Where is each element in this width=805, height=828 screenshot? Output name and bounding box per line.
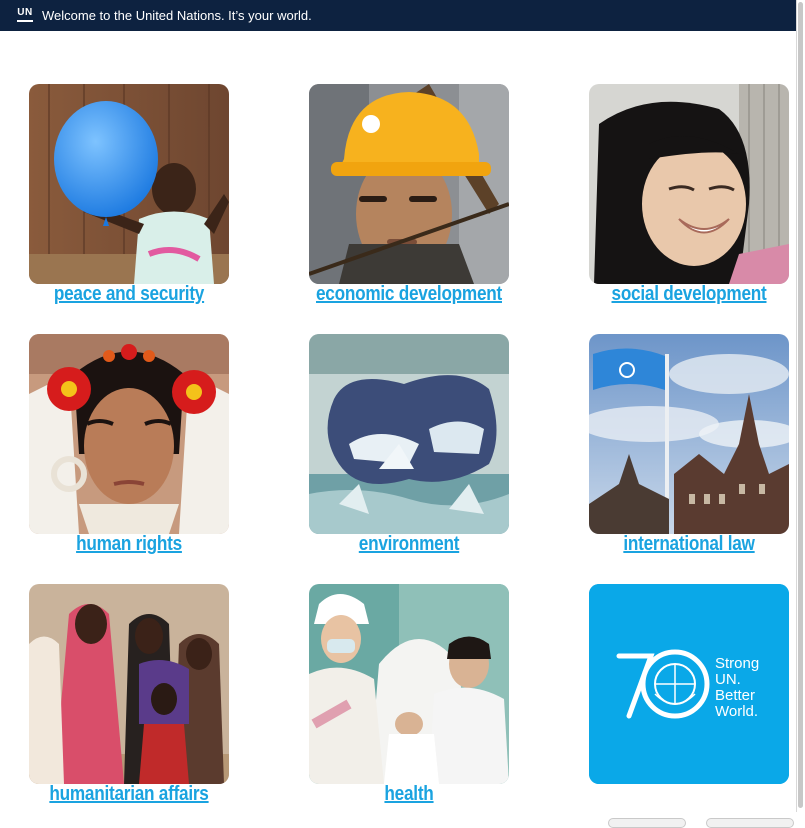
scrollbar-thumb[interactable] bbox=[798, 2, 803, 808]
photo-un-flag-palace bbox=[589, 334, 789, 534]
tile-label-international-law[interactable]: international law bbox=[569, 533, 805, 556]
un70-logo: Strong UN. Better World. bbox=[589, 584, 789, 784]
photo-refugee-children bbox=[29, 584, 229, 784]
scrollbar[interactable] bbox=[796, 0, 805, 823]
photo-nurse-vaccination bbox=[309, 584, 509, 784]
welcome-text: Welcome to the United Nations. It’s your… bbox=[42, 8, 312, 23]
top-banner: UN Welcome to the United Nations. It’s y… bbox=[0, 0, 797, 31]
tile-label-human-rights[interactable]: human rights bbox=[9, 533, 250, 556]
photo-child-balloon bbox=[29, 84, 229, 284]
tile-label-social-development[interactable]: social development bbox=[569, 283, 805, 306]
un70-line2: UN. bbox=[715, 671, 741, 688]
tile-health[interactable] bbox=[309, 584, 509, 784]
photo-ice-hole bbox=[309, 334, 509, 534]
un70-line4: World. bbox=[715, 703, 758, 720]
un70-line3: Better bbox=[715, 687, 755, 704]
footer-button-2[interactable] bbox=[706, 818, 794, 828]
photo-woman-flowers bbox=[29, 334, 229, 534]
tile-economic-development[interactable] bbox=[309, 84, 509, 284]
tile-label-humanitarian-affairs[interactable]: humanitarian affairs bbox=[9, 783, 250, 806]
tile-label-health[interactable]: health bbox=[289, 783, 530, 806]
photo-worker-helmet bbox=[309, 84, 509, 284]
un-logo-icon[interactable]: UN bbox=[16, 7, 34, 24]
tile-un70[interactable]: Strong UN. Better World. bbox=[589, 584, 789, 784]
un70-line1: Strong bbox=[715, 655, 759, 672]
tile-label-peace-and-security[interactable]: peace and security bbox=[9, 283, 250, 306]
photo-smiling-girl bbox=[589, 84, 789, 284]
footer-button-1[interactable] bbox=[608, 818, 686, 828]
tile-label-environment[interactable]: environment bbox=[289, 533, 530, 556]
tile-label-economic-development[interactable]: economic development bbox=[289, 283, 530, 306]
tile-humanitarian-affairs[interactable] bbox=[29, 584, 229, 784]
tile-peace-and-security[interactable] bbox=[29, 84, 229, 284]
tile-international-law[interactable] bbox=[589, 334, 789, 534]
tile-environment[interactable] bbox=[309, 334, 509, 534]
tile-social-development[interactable] bbox=[589, 84, 789, 284]
tile-human-rights[interactable] bbox=[29, 334, 229, 534]
